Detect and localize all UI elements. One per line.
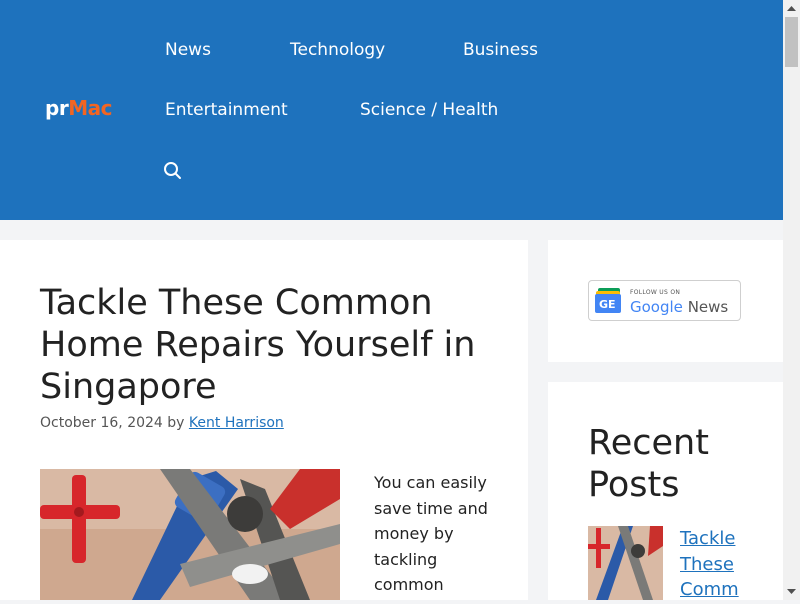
logo-pr: pr (45, 96, 69, 120)
article-by: by (167, 415, 185, 431)
google-news-button[interactable]: GE FOLLOW US ON Google News (588, 280, 741, 321)
logo-mac: Mac (68, 96, 112, 120)
recent-post-thumbnail[interactable] (588, 526, 663, 600)
article-meta: October 16, 2024 by Kent Harrison (40, 415, 284, 431)
search-icon (164, 162, 181, 179)
google-word: Google (630, 298, 683, 316)
recent-post-image (588, 526, 663, 600)
svg-text:GE: GE (599, 298, 616, 311)
nav-item-entertainment[interactable]: Entertainment (165, 100, 288, 120)
recent-post-link[interactable]: Tackle These Comm (680, 526, 740, 603)
featured-image[interactable] (40, 469, 340, 600)
author-link[interactable]: Kent Harrison (189, 415, 284, 431)
news-word: News (687, 298, 729, 316)
google-news-icon: GE (595, 288, 621, 313)
google-news-label: Google News (630, 298, 728, 316)
article-date: October 16, 2024 (40, 415, 163, 431)
site-logo[interactable]: prMac (45, 96, 112, 120)
recent-posts-title: Recent Posts (588, 423, 709, 505)
google-news-follow-label: FOLLOW US ON (630, 289, 681, 296)
article-title: Tackle These Common Home Repairs Yoursel… (40, 283, 476, 407)
wrench-tools-image (40, 469, 340, 600)
nav-item-technology[interactable]: Technology (290, 40, 385, 60)
page-scrollbar[interactable] (783, 0, 800, 600)
nav-item-science-health[interactable]: Science / Health (360, 100, 498, 120)
scroll-thumb[interactable] (785, 17, 798, 67)
article-excerpt: You can easily save time and money by ta… (374, 473, 488, 594)
site-header: prMac News Technology Business Entertain… (0, 0, 783, 220)
nav-item-news[interactable]: News (165, 40, 211, 60)
search-button[interactable] (162, 160, 184, 182)
chevron-down-icon (787, 589, 796, 594)
scroll-up-button[interactable] (783, 0, 800, 17)
scroll-down-button[interactable] (783, 583, 800, 600)
nav-item-business[interactable]: Business (463, 40, 538, 60)
chevron-up-icon (787, 6, 796, 11)
